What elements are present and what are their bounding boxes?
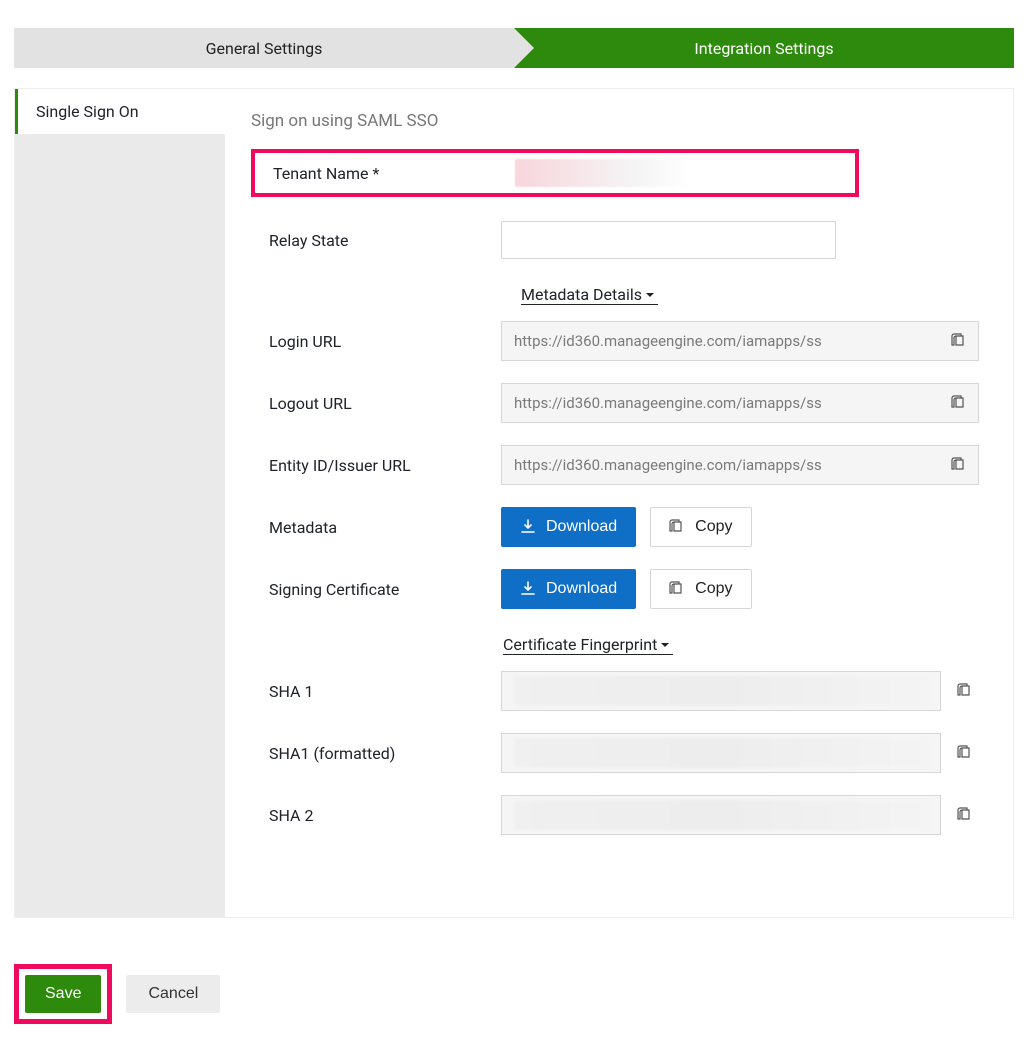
row-entity-id: Entity ID/Issuer URL https://id360.manag… [251,445,979,485]
row-sha1-formatted: SHA1 (formatted) [251,733,979,773]
row-signing-cert: Signing Certificate Download Copy [251,569,979,609]
download-cert-button[interactable]: Download [501,569,636,609]
copy-icon[interactable] [939,383,979,423]
step-label: General Settings [206,39,323,58]
login-url-value: https://id360.manageengine.com/iamapps/s… [501,321,939,361]
login-url-label: Login URL [251,332,501,351]
entity-id-label: Entity ID/Issuer URL [251,456,501,475]
relay-state-label: Relay State [251,231,501,250]
row-sha2: SHA 2 [251,795,979,835]
save-button[interactable]: Save [25,975,101,1013]
metadata-label: Metadata [251,518,501,537]
sha1-label: SHA 1 [251,682,501,701]
download-icon [520,581,536,597]
copy-icon [669,519,685,535]
logout-url-label: Logout URL [251,394,501,413]
copy-icon[interactable] [939,321,979,361]
cancel-button[interactable]: Cancel [126,975,220,1013]
copy-icon[interactable] [939,445,979,485]
sha1fmt-label: SHA1 (formatted) [251,744,501,763]
row-login-url: Login URL https://id360.manageengine.com… [251,321,979,361]
relay-state-input[interactable] [501,221,836,259]
copy-icon[interactable] [951,795,979,835]
entity-id-field: https://id360.manageengine.com/iamapps/s… [501,445,979,485]
caret-down-icon [657,637,673,653]
signing-cert-label: Signing Certificate [251,580,501,599]
logout-url-value: https://id360.manageengine.com/iamapps/s… [501,383,939,423]
sidebar-item-sso[interactable]: Single Sign On [15,89,225,134]
logout-url-field: https://id360.manageengine.com/iamapps/s… [501,383,979,423]
stepper: General Settings Integration Settings [14,28,1014,68]
cert-fingerprint-toggle[interactable]: Certificate Fingerprint [503,635,673,655]
row-metadata: Metadata Download Copy [251,507,979,547]
tenant-name-label: Tenant Name * [255,164,515,183]
download-metadata-button[interactable]: Download [501,507,636,547]
metadata-details-toggle[interactable]: Metadata Details [521,285,658,305]
sha1-value [501,671,941,711]
save-highlight: Save [14,964,112,1024]
footer-actions: Save Cancel [14,964,1014,1024]
sidebar-item-label: Single Sign On [36,102,139,121]
row-relay-state: Relay State [251,221,979,259]
step-label: Integration Settings [694,39,833,58]
tenant-name-highlight: Tenant Name * [251,149,859,197]
sha1fmt-value [501,733,941,773]
login-url-field: https://id360.manageengine.com/iamapps/s… [501,321,979,361]
copy-cert-button[interactable]: Copy [650,569,751,609]
step-general-settings[interactable]: General Settings [14,28,514,68]
sha2-label: SHA 2 [251,806,501,825]
sha2-value [501,795,941,835]
copy-metadata-button[interactable]: Copy [650,507,751,547]
section-title: Sign on using SAML SSO [251,111,979,131]
copy-icon[interactable] [951,671,979,711]
content: Sign on using SAML SSO Tenant Name * Rel… [225,89,1013,917]
caret-down-icon [642,287,658,303]
download-icon [520,519,536,535]
row-sha1: SHA 1 [251,671,979,711]
settings-panel: Single Sign On Sign on using SAML SSO Te… [14,88,1014,918]
side-nav: Single Sign On [15,89,225,917]
entity-id-value: https://id360.manageengine.com/iamapps/s… [501,445,939,485]
required-asterisk: * [372,164,379,183]
copy-icon[interactable] [951,733,979,773]
copy-icon [669,581,685,597]
step-integration-settings[interactable]: Integration Settings [514,28,1014,68]
row-logout-url: Logout URL https://id360.manageengine.co… [251,383,979,423]
tenant-name-input[interactable] [515,159,690,187]
